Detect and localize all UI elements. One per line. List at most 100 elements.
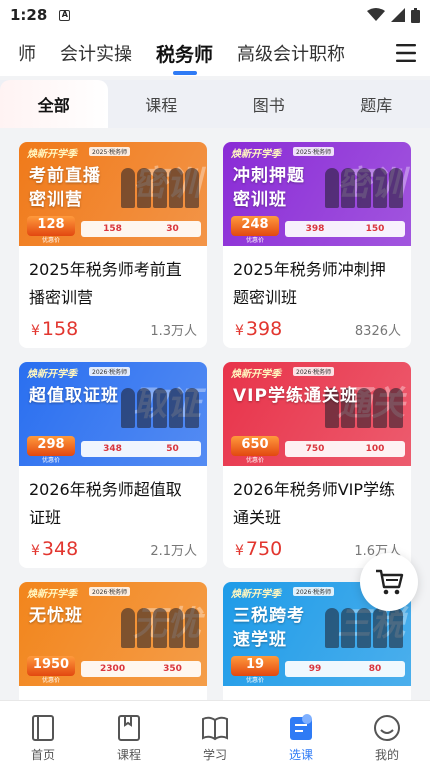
banner-price-2: 150	[365, 224, 385, 234]
banner-badge: 650 优惠价	[231, 436, 279, 464]
menu-icon	[396, 44, 416, 62]
badge-price: 1950	[32, 657, 70, 672]
currency-symbol: ¥	[235, 543, 244, 559]
filter-segments: 全部 课程 图书 题库	[0, 80, 430, 128]
course-price: ¥750	[235, 538, 282, 560]
currency-symbol: ¥	[31, 543, 40, 559]
course-card[interactable]: 焕新开学季 2026·税务师 无忧 无忧班 1950 优惠价 2300 350 …	[19, 582, 207, 700]
nav-course-label: 课程	[116, 748, 141, 762]
price-value: 750	[245, 538, 283, 560]
course-meta: ¥158 1.3万人	[31, 318, 197, 340]
banner-price-1: 750	[305, 444, 325, 454]
banner-badge: 128 优惠价	[27, 216, 75, 244]
banner-tag: 2025·税务师	[89, 147, 131, 156]
course-banner: 焕新开学季 2026·税务师 无忧 无忧班 1950 优惠价 2300 350	[19, 582, 207, 686]
course-banner: 焕新开学季 2025·税务师 密训 冲刺押题 密训班 248 优惠价 398 15…	[223, 142, 411, 246]
banner-title-line: VIP学练通关班	[233, 386, 358, 406]
badge-sub: 优惠价	[41, 677, 60, 684]
badge-sub: 优惠价	[245, 237, 264, 244]
banner-prices: 398 150	[285, 221, 405, 237]
banner-badge: 248 优惠价	[231, 216, 279, 244]
banner-tag: 2026·税务师	[89, 587, 131, 596]
course-banner: 焕新开学季 2026·税务师 取证 超值取证班 298 优惠价 348 50	[19, 362, 207, 466]
study-icon	[202, 716, 228, 741]
learner-count: 1.3万人	[150, 324, 197, 339]
teacher-photos	[121, 608, 199, 648]
select-course-icon	[290, 714, 312, 740]
bottom-nav: 首页 课程 学习 选课 我的	[0, 700, 430, 764]
badge-sub: 优惠价	[41, 457, 60, 464]
banner-promo: 焕新开学季	[27, 149, 77, 160]
course-title: 2026年税务师无忧班	[19, 686, 207, 700]
banner-promo: 焕新开学季	[27, 369, 77, 380]
banner-title: 三税跨考 速学班	[233, 604, 305, 652]
wifi-icon	[367, 8, 385, 21]
banner-price-2: 80	[368, 664, 382, 674]
teacher-photos	[121, 388, 199, 428]
badge-price: 248	[241, 217, 269, 232]
course-price: ¥348	[31, 538, 78, 560]
banner-title: 冲刺押题 密训班	[233, 164, 305, 212]
banner-price-2: 50	[166, 444, 179, 454]
banner-badge: 19 优惠价	[231, 656, 279, 684]
status-bar: 1:28 A	[0, 0, 430, 30]
nav-course[interactable]: 课程	[86, 701, 172, 764]
tab-partial[interactable]: 师	[0, 40, 48, 66]
banner-title-line: 速学班	[233, 630, 287, 650]
banner-price-1: 348	[103, 444, 122, 454]
category-tabs: 师 会计实操 税务师 高级会计职称	[0, 30, 430, 76]
tab-senior-accountant[interactable]: 高级会计职称	[225, 40, 357, 66]
banner-price-2: 350	[163, 664, 182, 674]
tab-tax-advisor[interactable]: 税务师	[144, 40, 225, 75]
banner-title-line: 超值取证班	[29, 386, 119, 406]
nav-home[interactable]: 首页	[0, 701, 86, 764]
nav-profile[interactable]: 我的	[344, 701, 430, 764]
course-card[interactable]: 焕新开学季 2025·税务师 密训 考前直播 密训营 128 优惠价 158 30…	[19, 142, 207, 348]
tab-accounting-practice[interactable]: 会计实操	[48, 40, 144, 66]
badge-price: 19	[245, 657, 265, 672]
segment-question-bank[interactable]: 题库	[323, 80, 430, 128]
menu-button[interactable]	[382, 30, 430, 76]
nav-home-label: 首页	[30, 748, 55, 762]
nav-profile-label: 我的	[374, 748, 399, 762]
course-title: 2025年税务师冲刺押题密训班	[233, 260, 386, 307]
profile-icon	[374, 715, 400, 741]
badge-price: 298	[37, 437, 65, 452]
badge-price: 128	[37, 217, 65, 232]
banner-price-1: 2300	[100, 664, 126, 674]
course-card[interactable]: 焕新开学季 2026·税务师 取证 超值取证班 298 优惠价 348 50 2…	[19, 362, 207, 568]
banner-prices: 99 80	[285, 661, 405, 677]
course-meta: ¥398 8326人	[235, 318, 401, 340]
banner-title: 无忧班	[29, 604, 83, 628]
course-card[interactable]: 焕新开学季 2025·税务师 密训 冲刺押题 密训班 248 优惠价 398 15…	[223, 142, 411, 348]
banner-promo: 焕新开学季	[231, 369, 281, 380]
banner-prices: 750 100	[285, 441, 405, 457]
banner-badge: 1950 优惠价	[27, 656, 75, 684]
course-title: 2025年税务师考前直播密训营	[29, 260, 182, 307]
teacher-photos	[121, 168, 199, 208]
cart-button[interactable]	[360, 553, 418, 611]
segment-books[interactable]: 图书	[215, 80, 323, 128]
course-banner: 焕新开学季 2025·税务师 密训 考前直播 密训营 128 优惠价 158 30	[19, 142, 207, 246]
nav-select-course[interactable]: 选课	[258, 701, 344, 764]
course-grid: 焕新开学季 2025·税务师 密训 考前直播 密训营 128 优惠价 158 30…	[0, 128, 430, 700]
course-banner: 焕新开学季 2026·税务师 通关 VIP学练通关班 650 优惠价 750 1…	[223, 362, 411, 466]
banner-price-1: 398	[305, 224, 325, 234]
course-card[interactable]: 焕新开学季 2026·税务师 通关 VIP学练通关班 650 优惠价 750 1…	[223, 362, 411, 568]
nav-study-label: 学习	[202, 748, 227, 762]
banner-prices: 348 50	[81, 441, 201, 457]
segment-courses[interactable]: 课程	[108, 80, 216, 128]
banner-tag: 2026·税务师	[293, 367, 335, 376]
teacher-photos	[325, 168, 403, 208]
badge-sub: 优惠价	[245, 677, 264, 684]
teacher-photos	[325, 608, 403, 648]
nav-study[interactable]: 学习	[172, 701, 258, 764]
currency-symbol: ¥	[31, 323, 40, 339]
banner-title-line: 密训营	[29, 190, 83, 210]
banner-title: 考前直播 密训营	[29, 164, 101, 212]
banner-title-line: 冲刺押题	[233, 166, 305, 186]
banner-price-1: 158	[103, 224, 122, 234]
signal-icon	[391, 8, 405, 22]
segment-all[interactable]: 全部	[0, 80, 108, 128]
home-icon	[32, 715, 54, 741]
